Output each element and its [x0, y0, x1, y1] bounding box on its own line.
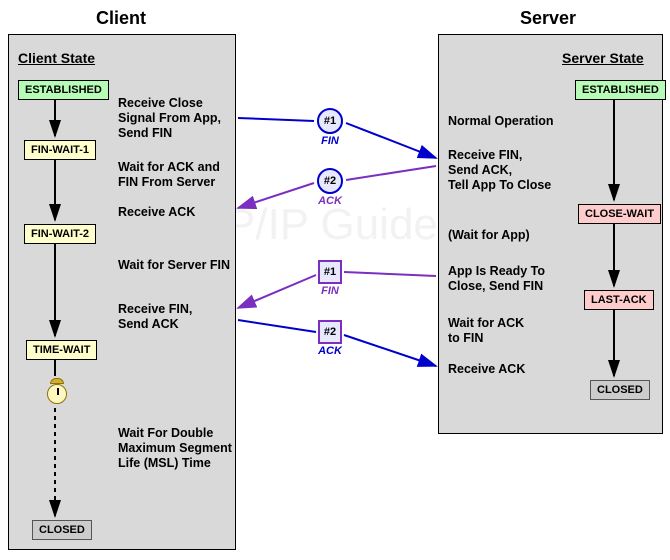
state-server-closed: CLOSED: [590, 380, 650, 400]
desc-client-6c: Life (MSL) Time: [118, 456, 211, 471]
state-client-fin-wait-1: FIN-WAIT-1: [24, 140, 96, 160]
desc-client-1b: Signal From App,: [118, 111, 221, 126]
state-server-close-wait: CLOSE-WAIT: [578, 204, 661, 224]
desc-client-1c: Send FIN: [118, 126, 172, 141]
desc-server-4b: Close, Send FIN: [448, 279, 543, 294]
seq-server-fin-node: #1: [318, 260, 342, 284]
seq-client-ack-label: ACK: [315, 345, 345, 357]
desc-server-1: Normal Operation: [448, 114, 554, 129]
seq-client-ack-node: #2: [318, 320, 342, 344]
desc-client-4: Wait for Server FIN: [118, 258, 230, 273]
desc-client-3: Receive ACK: [118, 205, 195, 220]
desc-client-1a: Receive Close: [118, 96, 203, 111]
desc-server-2c: Tell App To Close: [448, 178, 551, 193]
seq-client-fin-label: FIN: [315, 135, 345, 147]
state-client-established: ESTABLISHED: [18, 80, 109, 100]
seq-server-ack-node: #2: [317, 168, 343, 194]
desc-server-6: Receive ACK: [448, 362, 525, 377]
desc-server-3: (Wait for App): [448, 228, 530, 243]
seq-client-fin-node: #1: [317, 108, 343, 134]
desc-client-6b: Maximum Segment: [118, 441, 232, 456]
heading-server: Server: [520, 8, 576, 29]
desc-client-2a: Wait for ACK and: [118, 160, 220, 175]
label-server-state: Server State: [562, 50, 644, 66]
seq-server-ack-label: ACK: [315, 195, 345, 207]
state-server-last-ack: LAST-ACK: [584, 290, 654, 310]
desc-client-5a: Receive FIN,: [118, 302, 192, 317]
state-client-closed: CLOSED: [32, 520, 92, 540]
seq-server-fin-label: FIN: [315, 285, 345, 297]
label-client-state: Client State: [18, 50, 95, 66]
state-client-fin-wait-2: FIN-WAIT-2: [24, 224, 96, 244]
desc-server-5b: to FIN: [448, 331, 483, 346]
desc-server-5a: Wait for ACK: [448, 316, 524, 331]
desc-client-5b: Send ACK: [118, 317, 179, 332]
desc-client-6a: Wait For Double: [118, 426, 213, 441]
desc-server-2b: Send ACK,: [448, 163, 512, 178]
state-client-time-wait: TIME-WAIT: [26, 340, 97, 360]
desc-server-4a: App Is Ready To: [448, 264, 545, 279]
desc-client-2b: FIN From Server: [118, 175, 215, 190]
desc-server-2a: Receive FIN,: [448, 148, 522, 163]
state-server-established: ESTABLISHED: [575, 80, 666, 100]
timer-icon: [46, 378, 68, 406]
heading-client: Client: [96, 8, 146, 29]
